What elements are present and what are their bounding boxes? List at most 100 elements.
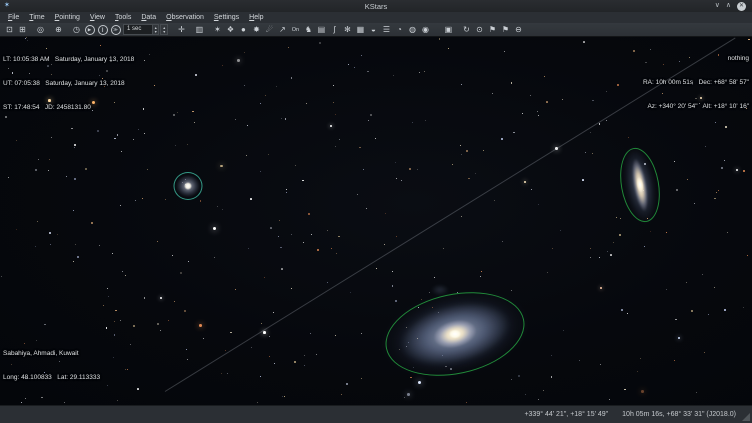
star bbox=[50, 244, 51, 245]
constellation-art-icon[interactable]: ♞ bbox=[302, 24, 315, 36]
close-button[interactable]: ✕ bbox=[737, 2, 746, 11]
star bbox=[483, 150, 484, 151]
horizontal-grid-icon[interactable]: ▦ bbox=[354, 24, 367, 36]
star bbox=[687, 179, 689, 181]
constellation-boundaries-icon[interactable]: ▤ bbox=[315, 24, 328, 36]
star bbox=[247, 125, 248, 126]
image-view-icon[interactable]: ▥ bbox=[193, 24, 206, 36]
star bbox=[551, 355, 552, 356]
star bbox=[311, 234, 312, 235]
horizon-ground-icon[interactable]: ◒ bbox=[367, 24, 380, 36]
maximize-button[interactable]: ∧ bbox=[726, 1, 731, 11]
star bbox=[331, 248, 332, 249]
star bbox=[348, 64, 350, 66]
fov-symbol-icon[interactable]: ◔ bbox=[393, 24, 406, 36]
satellites-toggle-icon[interactable]: ↗ bbox=[276, 24, 289, 36]
kstars-window: ✶ KStars ∨ ∧ ✕ File Time Pointing View T… bbox=[0, 0, 752, 423]
menu-data[interactable]: Data bbox=[136, 12, 161, 23]
star bbox=[230, 332, 232, 334]
menu-tools[interactable]: Tools bbox=[110, 12, 136, 23]
supernovae-toggle-icon[interactable]: ✸ bbox=[250, 24, 263, 36]
menu-observation[interactable]: Observation bbox=[161, 12, 209, 23]
sky-map[interactable]: LT: 10:05:38 AM Saturday, January 13, 20… bbox=[0, 37, 752, 405]
menu-settings[interactable]: Settings bbox=[209, 12, 244, 23]
star bbox=[235, 119, 236, 120]
star bbox=[335, 146, 336, 147]
planets-toggle-icon[interactable]: ● bbox=[237, 24, 250, 36]
star bbox=[341, 394, 342, 395]
time-step-value[interactable]: 1 sec bbox=[123, 24, 152, 35]
time-step-spinner[interactable]: ▲▼ bbox=[152, 24, 159, 35]
star bbox=[281, 118, 282, 119]
minimize-button[interactable]: ∨ bbox=[715, 1, 720, 11]
flag2-icon[interactable]: ⚑ bbox=[499, 24, 512, 36]
star bbox=[174, 301, 175, 302]
resize-grip[interactable] bbox=[742, 413, 750, 421]
star bbox=[74, 144, 76, 146]
flag-icon[interactable]: ⚑ bbox=[486, 24, 499, 36]
geolocation-globe-icon[interactable]: ⊕ bbox=[52, 24, 65, 36]
center-target-icon[interactable]: ⊙ bbox=[473, 24, 486, 36]
star bbox=[130, 344, 131, 345]
star bbox=[142, 198, 144, 200]
observation-list-icon[interactable]: ☰ bbox=[380, 24, 393, 36]
star bbox=[225, 350, 226, 351]
time-step-spinner[interactable]: ▲▼ bbox=[160, 24, 167, 35]
menu-time[interactable]: Time bbox=[24, 12, 49, 23]
star bbox=[376, 268, 378, 270]
stars-toggle-icon[interactable]: ✶ bbox=[211, 24, 224, 36]
star bbox=[424, 71, 425, 72]
star bbox=[192, 111, 194, 113]
star bbox=[260, 376, 261, 377]
star bbox=[188, 261, 189, 262]
set-time-clock-icon[interactable]: ◷ bbox=[70, 24, 83, 36]
star bbox=[120, 320, 121, 321]
star bbox=[327, 230, 328, 231]
lock-position-icon[interactable]: ▣ bbox=[442, 24, 455, 36]
star bbox=[91, 222, 93, 224]
star bbox=[393, 75, 394, 76]
menu-pointing[interactable]: Pointing bbox=[50, 12, 85, 23]
start-clock-icon[interactable]: ▶ bbox=[83, 24, 96, 36]
time-step-widget[interactable]: 1 sec▲▼▲▼ bbox=[123, 24, 169, 35]
star bbox=[222, 65, 223, 66]
step-forward-icon[interactable]: ≫ bbox=[109, 24, 122, 36]
star bbox=[724, 160, 725, 161]
star bbox=[530, 95, 531, 96]
milky-way-icon[interactable]: ʃ bbox=[328, 24, 341, 36]
star bbox=[64, 402, 65, 403]
star bbox=[714, 198, 716, 200]
collapse-icon[interactable]: ⊖ bbox=[512, 24, 525, 36]
star bbox=[544, 76, 545, 77]
star bbox=[184, 310, 186, 312]
star bbox=[551, 376, 553, 378]
star bbox=[538, 115, 539, 116]
star bbox=[425, 120, 426, 121]
star bbox=[590, 132, 591, 133]
deep-sky-toggle-icon[interactable]: ❖ bbox=[224, 24, 237, 36]
search-icon[interactable]: ◎ bbox=[34, 24, 47, 36]
equatorial-grid-icon[interactable]: ✻ bbox=[341, 24, 354, 36]
star bbox=[676, 189, 678, 191]
realtime-clock-icon[interactable]: ∥ bbox=[96, 24, 109, 36]
comets-toggle-icon[interactable]: ☄ bbox=[263, 24, 276, 36]
focused-object-name: nothing bbox=[643, 55, 749, 63]
star bbox=[203, 338, 204, 339]
download-data-icon[interactable]: ⊡ bbox=[3, 24, 16, 36]
star bbox=[609, 399, 610, 400]
observatory-dome-icon[interactable]: ◍ bbox=[406, 24, 419, 36]
menu-file[interactable]: File bbox=[3, 12, 24, 23]
title-bar[interactable]: ✶ KStars ∨ ∧ ✕ bbox=[0, 0, 752, 12]
star bbox=[286, 189, 287, 190]
eye-icon[interactable]: ◉ bbox=[419, 24, 432, 36]
location-name: Sabahiya, Ahmadi, Kuwait bbox=[3, 350, 100, 358]
menu-help[interactable]: Help bbox=[244, 12, 268, 23]
constellation-names-icon[interactable]: On bbox=[289, 24, 302, 36]
star bbox=[173, 114, 175, 116]
rotate-view-icon[interactable]: ↻ bbox=[460, 24, 473, 36]
star bbox=[674, 360, 675, 361]
find-object-icon[interactable]: ⊞ bbox=[16, 24, 29, 36]
pointing-arrows-icon[interactable]: ✛ bbox=[175, 24, 188, 36]
menu-view[interactable]: View bbox=[85, 12, 110, 23]
star bbox=[538, 204, 539, 205]
